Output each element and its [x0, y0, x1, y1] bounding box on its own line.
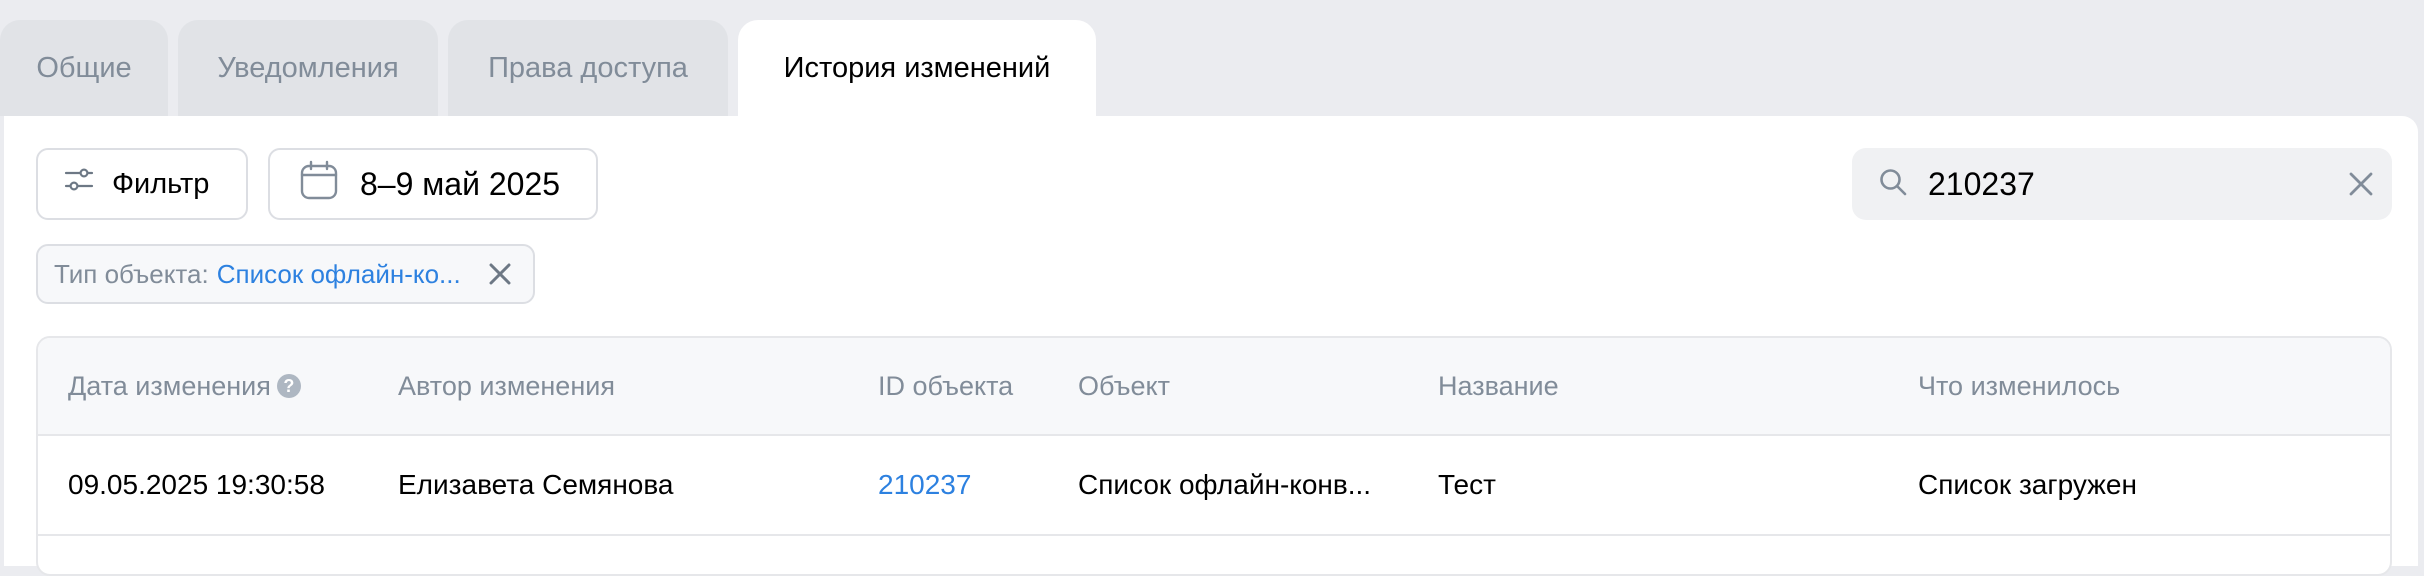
search-box[interactable]	[1852, 148, 2392, 220]
column-header-change: Что изменилось	[1918, 370, 2121, 401]
filter-button-label: Фильтр	[112, 167, 210, 200]
history-table: Дата изменения ? Автор изменения ID объе…	[36, 336, 2392, 576]
column-header-name: Название	[1438, 370, 1559, 401]
cell-date: 09.05.2025 19:30:58	[68, 469, 325, 500]
table-row[interactable]: 09.05.2025 19:30:58 Елизавета Семянова 2…	[38, 436, 2390, 536]
column-header-date-label: Дата изменения	[68, 370, 271, 401]
tab-notifications[interactable]: Уведомления	[178, 20, 438, 116]
cell-author: Елизавета Семянова	[398, 469, 674, 500]
search-input[interactable]	[1928, 165, 2348, 203]
tab-general[interactable]: Общие	[0, 20, 168, 116]
chip-label: Тип объекта:	[54, 258, 209, 289]
remove-filter-icon[interactable]	[485, 259, 515, 289]
cell-object-text: Список офлайн-конв...	[1078, 469, 1372, 500]
tab-bar: Общие Уведомления Права доступа История …	[0, 20, 1096, 116]
chip-value[interactable]: Список офлайн-ко...	[217, 259, 461, 290]
column-header-date: Дата изменения ?	[68, 338, 301, 434]
calendar-icon	[300, 160, 338, 208]
cell-change: Список загружен	[1918, 469, 2137, 500]
date-range-button[interactable]: 8–9 май 2025	[268, 148, 598, 220]
cell-name: Тест	[1438, 469, 1496, 500]
column-header-object-id: ID объекта	[878, 370, 1014, 401]
column-header-author: Автор изменения	[398, 370, 615, 401]
cell-object-id-link[interactable]: 210237	[878, 436, 971, 534]
filter-button[interactable]: Фильтр	[36, 148, 248, 220]
sliders-icon	[64, 167, 94, 201]
tab-change-history[interactable]: История изменений	[738, 20, 1096, 116]
clear-search-icon[interactable]	[2348, 164, 2374, 204]
history-panel: Фильтр 8–9 май 2025 Ти	[4, 116, 2418, 576]
date-range-label: 8–9 май 2025	[360, 165, 561, 202]
tab-access-rights[interactable]: Права доступа	[448, 20, 728, 116]
object-type-filter-chip[interactable]: Тип объекта: Список офлайн-ко...	[36, 244, 535, 304]
column-header-object: Объект	[1078, 370, 1170, 401]
help-icon[interactable]: ?	[276, 374, 301, 398]
search-icon	[1878, 167, 1908, 202]
cell-object: Список офлайн-конв...	[1078, 436, 1371, 534]
table-header: Дата изменения ? Автор изменения ID объе…	[38, 338, 2390, 436]
